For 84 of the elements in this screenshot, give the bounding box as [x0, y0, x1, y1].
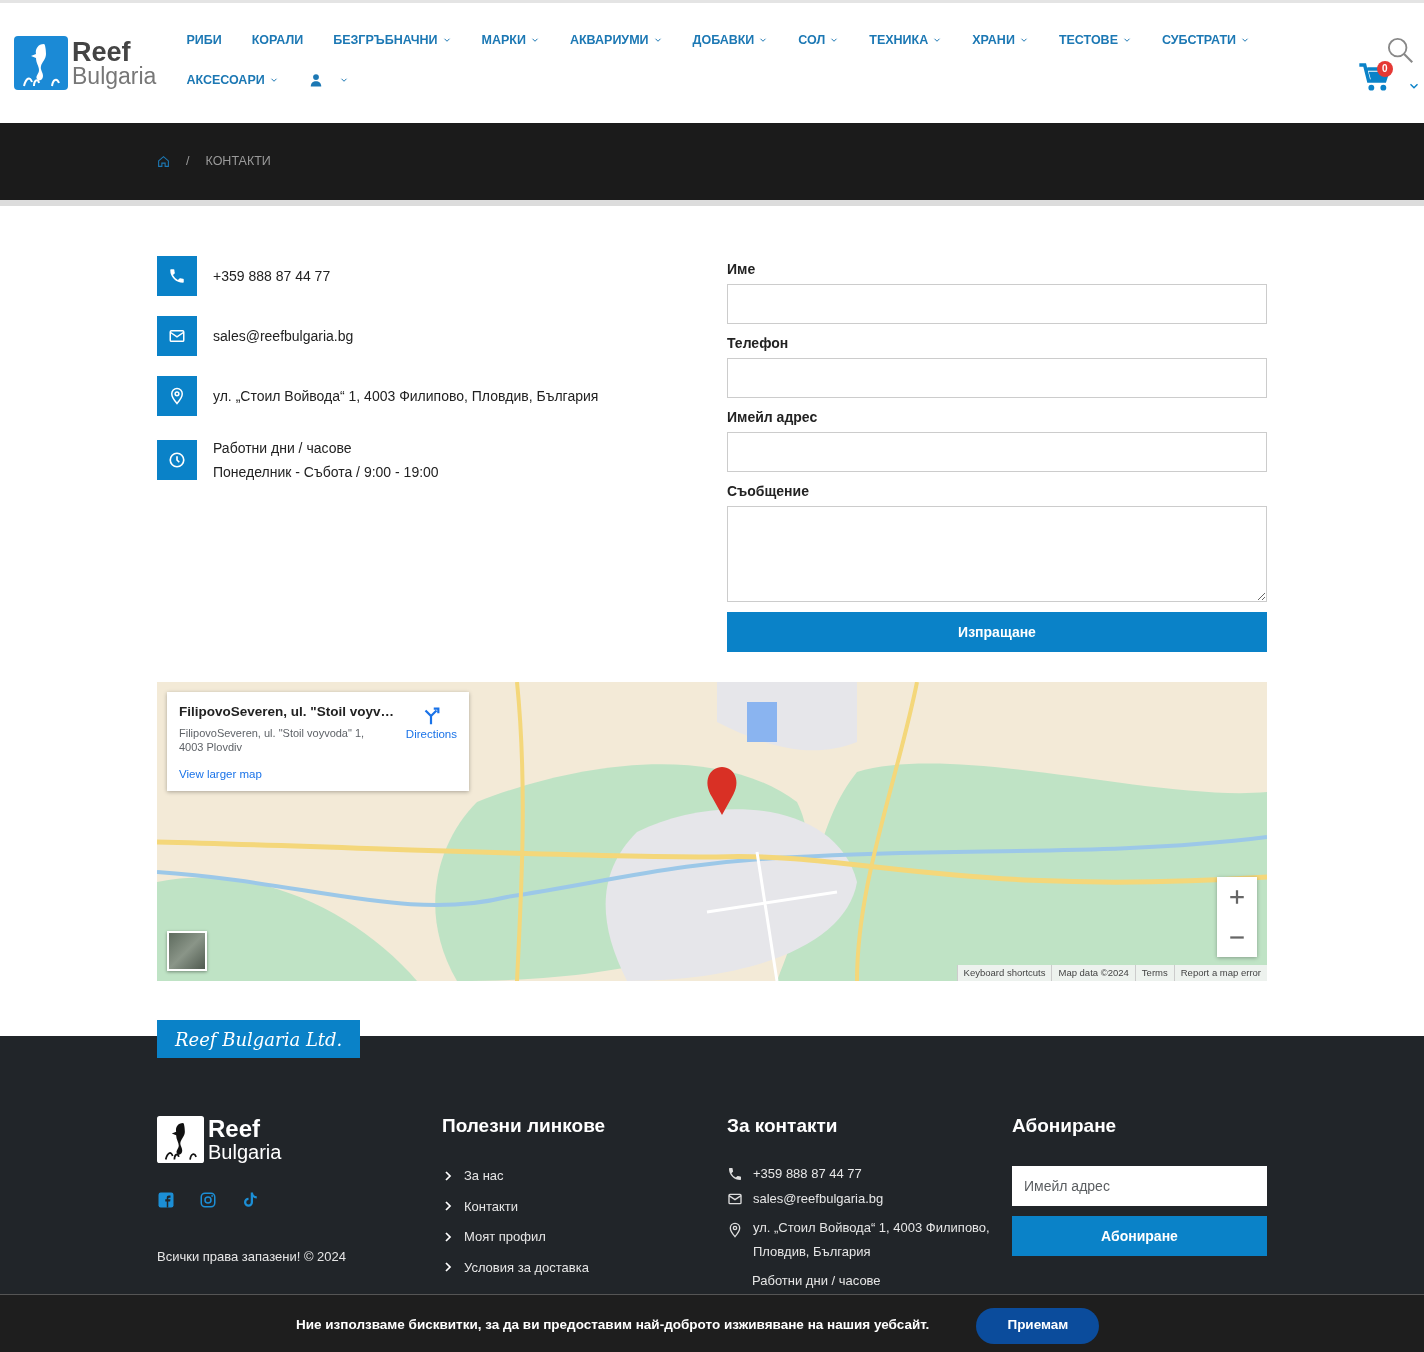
text-field[interactable] — [727, 358, 1267, 398]
chevron-right-icon — [442, 1230, 454, 1243]
contact-text: Работни дни / часове — [213, 439, 353, 458]
footer-heading: Абониране — [1012, 1116, 1118, 1136]
contact-text: ул. „Стоил Войвода“ 1, 4003 Филипово, Пловдив, България — [753, 1219, 990, 1261]
nav-link[interactable]: ДОБАВКИ — [692, 30, 769, 50]
seahorse-logo-icon — [157, 1116, 204, 1163]
field-label: Име — [727, 260, 757, 279]
map-attribution-link[interactable]: Map data ©2024 — [1051, 964, 1135, 981]
plus-icon — [1228, 888, 1246, 906]
seahorse-logo-icon — [14, 36, 68, 90]
footer-logo[interactable]: Reef Bulgaria — [157, 1116, 442, 1163]
logo-text: Reef — [72, 39, 131, 65]
phone-icon — [727, 1166, 743, 1182]
instagram-icon[interactable] — [199, 1191, 217, 1209]
map-pin-icon — [168, 387, 186, 405]
nav-link[interactable]: КОРАЛИ — [251, 30, 304, 50]
company-name-banner: Reef Bulgaria Ltd. — [157, 1020, 361, 1058]
email-link[interactable]: sales@reefbulgaria.bg — [753, 1191, 884, 1207]
field-label: Съобщение — [727, 482, 810, 501]
message-field[interactable] — [727, 506, 1267, 602]
footer-link[interactable]: Условия за доставка — [442, 1257, 727, 1277]
cart-count-badge: 0 — [1377, 61, 1393, 77]
nav-link[interactable]: ТЕСТОВЕ — [1058, 30, 1132, 50]
nav-link[interactable]: ТЕХНИКА — [869, 30, 943, 50]
zoom-out-button[interactable] — [1217, 917, 1257, 957]
email-input[interactable]: Имейл адрес — [1012, 1166, 1267, 1206]
field-label: Имейл адрес — [727, 408, 819, 427]
clock-icon — [168, 451, 186, 469]
user-icon — [308, 73, 323, 87]
chevron-right-icon — [442, 1200, 454, 1213]
search-icon[interactable] — [1386, 36, 1414, 64]
nav-link[interactable]: АКВАРИУМИ — [569, 30, 663, 50]
home-link[interactable] — [157, 155, 170, 168]
breadcrumb-separator: / — [186, 153, 190, 171]
view-larger-map-link[interactable]: View larger map — [179, 766, 262, 784]
map-attribution-link[interactable]: Terms — [1134, 964, 1174, 981]
contact-text: +359 888 87 44 77 — [213, 267, 331, 286]
footer-heading: Полезни линкове — [442, 1116, 607, 1136]
map-pin-icon — [727, 1222, 743, 1238]
nav-link[interactable]: БЕЗГРЪБНАЧНИ — [333, 30, 452, 50]
accept-button[interactable]: Приемам — [976, 1307, 1100, 1344]
home-icon — [157, 155, 170, 168]
copyright-text: Всички права запазени! © 2024 — [157, 1248, 347, 1266]
directions-link[interactable]: Directions — [405, 704, 457, 755]
contact-text: Работни дни / часове — [752, 1273, 881, 1289]
cookie-notice: Ние използваме бисквитки, за да ви предоставим най-доброто изживяване на нашия уебсайт. — [296, 1316, 930, 1335]
email-link[interactable]: sales@reefbulgaria.bg — [213, 324, 354, 348]
minus-icon — [1228, 935, 1246, 939]
nav-link[interactable]: СУБСТРАТИ — [1162, 30, 1251, 50]
nav-link[interactable]: РИБИ — [186, 30, 222, 50]
place-title: FilipovoSeveren, ul. "Stoil voyv… — [179, 703, 394, 721]
text-field[interactable] — [727, 284, 1267, 324]
map-attribution-link[interactable]: Report a map error — [1173, 964, 1267, 981]
chevron-right-icon — [442, 1261, 454, 1274]
logo-text: Bulgaria — [72, 64, 157, 87]
subscribe-button[interactable]: Абониране — [1012, 1216, 1267, 1256]
footer-link[interactable]: Контакти — [442, 1196, 727, 1216]
footer-heading: За контакти — [727, 1116, 839, 1136]
contact-text: +359 888 87 44 77 — [753, 1166, 862, 1182]
envelope-icon — [168, 327, 186, 345]
nav-link[interactable]: ХРАНИ — [972, 30, 1029, 50]
breadcrumb-current: КОНТАКТИ — [205, 153, 271, 171]
map-attribution-link[interactable]: Keyboard shortcuts — [956, 964, 1052, 981]
contact-text: Понеделник - Събота / 9:00 - 19:00 — [213, 463, 439, 482]
footer-link[interactable]: За нас — [442, 1166, 727, 1186]
map-type-button[interactable] — [167, 931, 207, 971]
logo-text: Reef Bulgaria — [208, 1116, 282, 1163]
place-address: FilipovoSeveren, ul. "Stoil voyvoda" 1, 4003 Plovdiv — [179, 726, 366, 755]
facebook-icon[interactable] — [157, 1191, 175, 1209]
zoom-in-button[interactable] — [1217, 877, 1257, 917]
nav-link[interactable]: АКСЕСОАРИ — [186, 70, 279, 90]
text-field[interactable] — [727, 432, 1267, 472]
phone-icon — [168, 267, 186, 285]
tiktok-icon[interactable] — [241, 1191, 259, 1209]
chevron-right-icon — [442, 1169, 454, 1182]
contact-text: ул. „Стоил Войвода“ 1, 4003 Филипово, Пловдив, България — [213, 387, 599, 406]
nav-link[interactable]: МАРКИ — [481, 30, 540, 50]
submit-button[interactable]: Изпращане — [727, 612, 1267, 652]
nav-link[interactable]: СОЛ — [798, 30, 840, 50]
field-label: Телефон — [727, 334, 790, 353]
footer-link[interactable]: Моят профил — [442, 1227, 727, 1247]
logo[interactable]: Reef Bulgaria — [14, 36, 157, 90]
envelope-icon — [727, 1191, 743, 1207]
